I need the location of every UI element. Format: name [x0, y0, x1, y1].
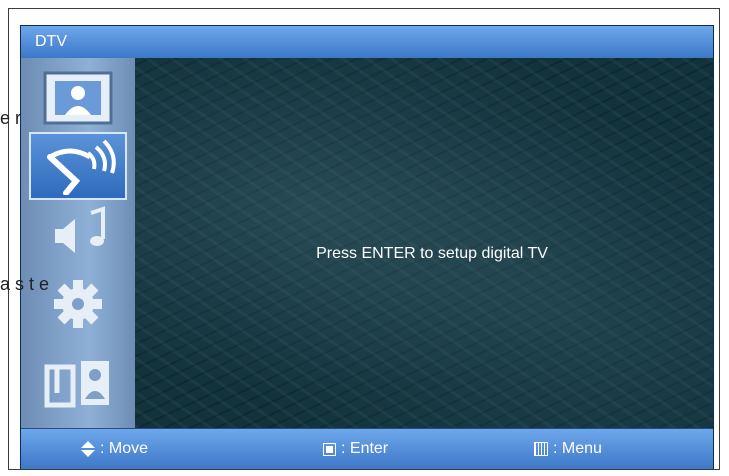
- help-bar: : Move : Enter : Menu: [21, 428, 713, 469]
- main-content: Press ENTER to setup digital TV: [135, 58, 713, 428]
- antenna-icon: [47, 139, 116, 195]
- sidebar-item-input[interactable]: [29, 348, 127, 416]
- hint-menu-label: : Menu: [553, 440, 602, 457]
- enter-key-icon: [323, 442, 336, 456]
- hint-enter: : Enter: [323, 440, 388, 458]
- picture-icon: [43, 71, 113, 125]
- window-title: DTV: [35, 33, 67, 50]
- setup-message: Press ENTER to setup digital TV: [316, 245, 548, 262]
- overlay-text-middle: a s t e: [0, 274, 50, 294]
- sidebar: [21, 58, 135, 428]
- gear-icon: [54, 280, 102, 328]
- tv-menu-screen: DTV Press ENTER to setup digital TV: Mo…: [20, 25, 714, 469]
- hint-menu: : Menu: [534, 440, 602, 458]
- sidebar-item-channel[interactable]: [29, 132, 127, 200]
- menu-key-icon: [534, 442, 548, 456]
- sidebar-item-sound[interactable]: [29, 200, 127, 268]
- title-bar: DTV: [21, 26, 713, 59]
- hint-move-label: : Move: [100, 440, 149, 457]
- sound-icon: [55, 206, 105, 253]
- input-icon: [44, 361, 109, 408]
- hint-enter-label: : Enter: [341, 440, 389, 457]
- hint-move: : Move: [81, 440, 148, 458]
- overlay-text-top: e r: [0, 108, 22, 128]
- up-down-arrows-icon: [81, 441, 95, 457]
- sidebar-item-picture[interactable]: [29, 64, 127, 132]
